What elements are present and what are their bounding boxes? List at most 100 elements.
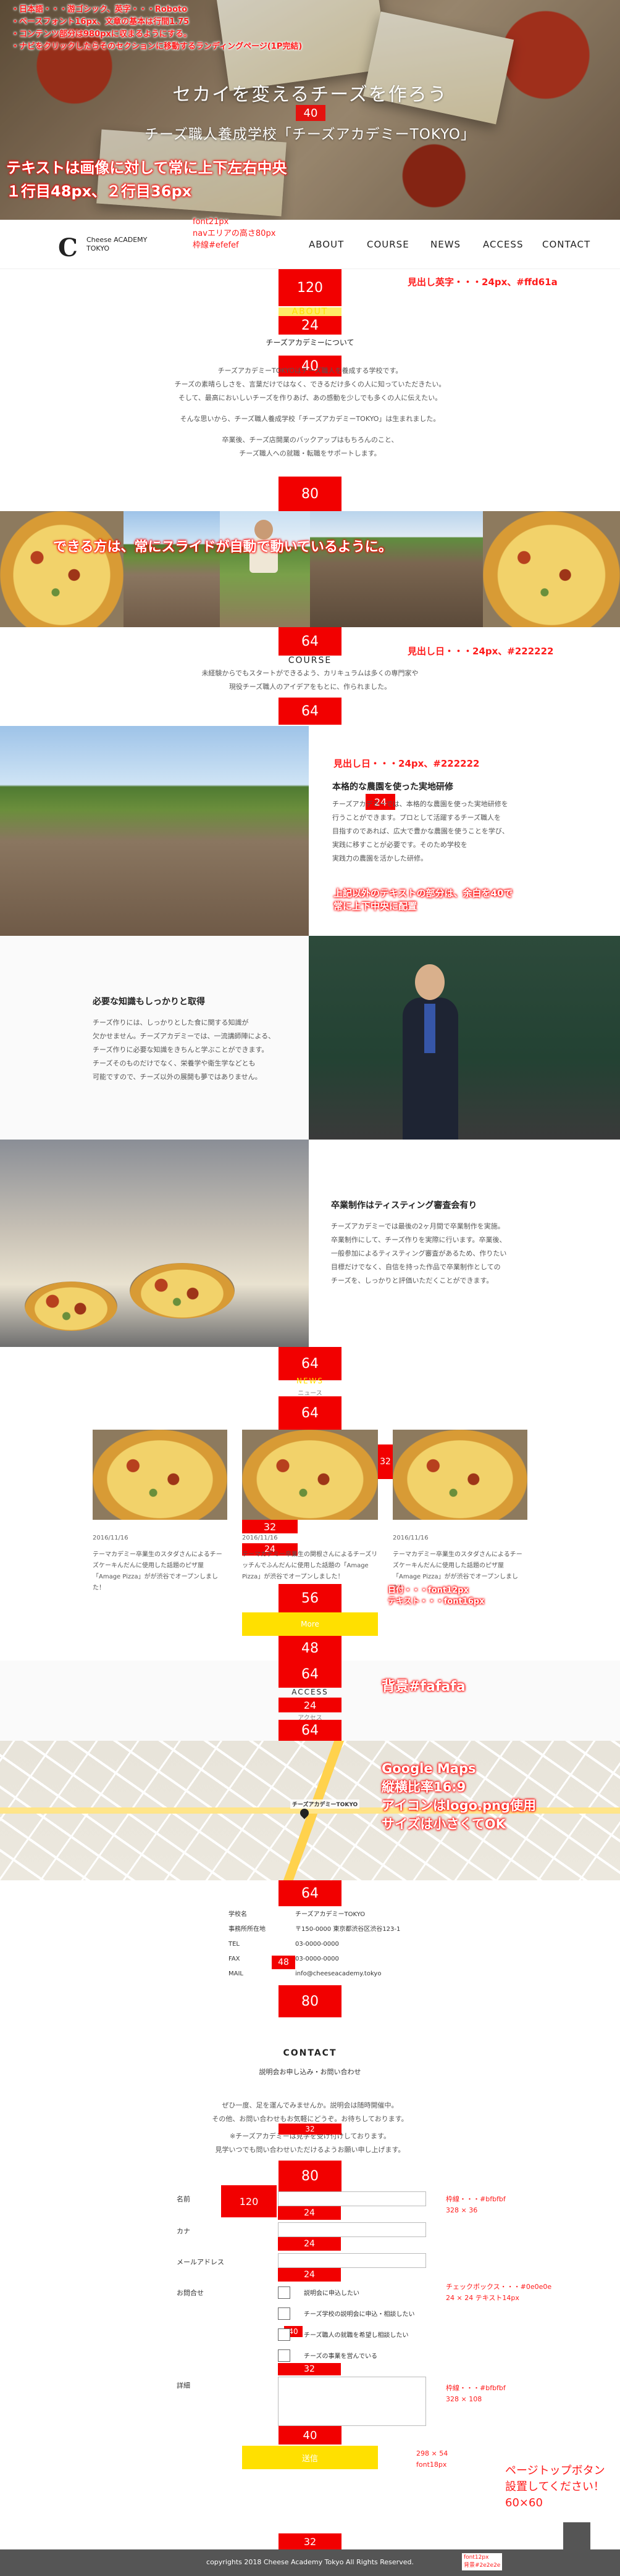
footer-note: font12px 背景#2e2e2e [462,2553,503,2570]
course-item-title: 本格的な農園を使った実地研修 [332,782,453,792]
news-text[interactable]: テーマカデミー卒業生の関根さんによるチーズリッチんでふんだんに使用した話題の「A… [242,1549,378,1583]
about-text: チーズアカデミーTOKYOはチーズ職人を養成する学校です。 チーズの素晴らしさを… [174,367,446,457]
info-label: 学校名 [228,1911,247,1918]
pagetop-note: ページトップボタン 設置してください！ 60×60 [505,2464,605,2509]
logo-mark[interactable]: C [58,233,78,262]
submit-button[interactable]: 送信 [242,2446,378,2469]
spacing-marker: 80 [279,2161,341,2191]
course-item-3: 卒業制作はティスティング審査会有り チーズアカデミーでは最後の2ヶ月間で卒業制作… [309,1140,620,1347]
spacing-marker: 24 [279,1698,341,1712]
course-item-title: 必要な知識もしっかりと取得 [93,997,205,1007]
spacing-marker: 40 [296,105,325,121]
news-date: 2016/11/16 [242,1535,278,1541]
hero-note-center: テキストは画像に対して常に上下左右中央 [6,159,287,177]
course-item-text: チーズ作りには、しっかりとした食に関する知識が 欠かせません。チーズアカデミーで… [93,1019,275,1081]
option-checkbox[interactable] [278,2328,290,2341]
apply-label: お問合せ [177,2289,204,2297]
course-image-kitchen [0,1140,309,1347]
page-top-button[interactable] [563,2522,590,2549]
kana-input[interactable] [278,2222,426,2237]
spacing-marker: 24 [278,2237,341,2251]
option-label: チーズ学校の説明会に申込・相談したい [304,2311,415,2318]
info-value: チーズアカデミーTOKYO [295,1911,366,1918]
email-input[interactable] [278,2253,426,2268]
course-item-1: 見出し日・・・24px、#222222 本格的な農園を使った実地研修 24 チー… [309,726,620,936]
map-note: Google Maps 縦横比率16:9 アイコンはlogo.png使用 サイズ… [382,1761,537,1832]
more-button[interactable]: More [242,1612,378,1636]
news-card-note: 日付・・・font12px テキスト・・・font16px [388,1586,485,1606]
news-subtitle: ニュース [298,1390,322,1397]
nav-access[interactable]: ACCESS [483,231,523,258]
slider-image [220,511,310,627]
hero-notes: ・日本語・・・游ゴシック、英字・・・Roboto ・ベースフォント16px、文章… [11,5,303,51]
info-label: 事務所所在地 [228,1926,266,1933]
spacing-marker: 32 [279,2124,341,2135]
news-date: 2016/11/16 [93,1535,128,1541]
spacing-marker: 64 [279,627,341,656]
copyright-text: copyrights 2018 Cheese Academy Tokyo All… [206,2558,414,2566]
spacing-marker: 32 [378,1444,393,1479]
about-title: ABOUT [291,307,329,317]
spacing-marker: 56 [279,1584,341,1612]
spacing-marker: 64 [279,1720,341,1741]
detail-textarea[interactable] [278,2377,426,2426]
spacing-marker: 80 [279,1985,341,2017]
slider-image [124,511,220,627]
slider-note: できる方は、常にスライドが自動で動いているように。 [53,540,392,555]
contact-subtitle: 説明会お申し込み・お問い合わせ [259,2068,361,2076]
contact-title: CONTACT [283,2048,337,2058]
info-value: info@cheeseacademy.tokyo [295,1970,382,1977]
nav-contact[interactable]: CONTACT [542,231,590,258]
spacing-marker: 64 [279,1661,341,1688]
checkbox-note: チェックボックス・・・#0e0e0e 24 × 24 テキスト14px [446,2283,552,2302]
news-image[interactable] [393,1430,527,1520]
detail-label: 詳細 [177,2382,190,2390]
option-checkbox[interactable] [278,2286,290,2299]
nav-about[interactable]: ABOUT [309,231,344,258]
hero-note-size: １行目48px、２行目36px [6,183,192,200]
course-item-2: 必要な知識もしっかりと取得 チーズ作りには、しっかりとした食に関する知識が 欠か… [0,936,309,1140]
spacing-marker: 120 [221,2185,277,2217]
option-checkbox[interactable] [278,2349,290,2362]
course-item-text: チーズアカデミーでは最後の2ヶ月間で卒業制作を実施。 卒業制作にして、チーズ作り… [331,1222,507,1285]
spacing-marker: 64 [279,1880,341,1906]
news-date: 2016/11/16 [393,1535,429,1541]
map-marker-label: チーズアカデミーTOKYO [290,1799,360,1809]
nav-news[interactable]: NEWS [430,231,461,258]
course-item-title: 卒業制作はティスティング審査会有り [331,1201,477,1211]
hero-section: ・日本語・・・游ゴシック、英字・・・Roboto ・ベースフォント16px、文章… [0,0,620,220]
option-label: 説明会に申込したい [304,2290,359,2297]
logo-text[interactable]: Cheese ACADEMY TOKYO [86,236,147,253]
textarea-note: 枠線・・・#bfbfbf 328 × 108 [446,2384,506,2403]
news-text[interactable]: テーマカデミー卒業生のスタダさんによるチーズケーキんだんに使用した話題のピザ屋「… [93,1549,227,1594]
spacing-marker: 32 [242,1520,298,1533]
spacing-marker: 32 [279,2533,341,2549]
email-label: メールアドレス [177,2258,224,2266]
nav-course[interactable]: COURSE [367,231,409,258]
news-title: NEWS [296,1377,324,1385]
spacing-marker: 80 [279,477,341,511]
heading-note: 見出し日・・・24px、#222222 [333,758,480,769]
site-header: C Cheese ACADEMY TOKYO font21px navエリアの高… [0,217,620,269]
course-title: COURSE [288,656,332,665]
news-image[interactable] [242,1430,378,1520]
news-image[interactable] [93,1430,227,1520]
slider-image [0,511,124,627]
access-info-table: 学校名 チーズアカデミーTOKYO 事務所所在地 〒150-0000 東京都渋谷区渋… [228,1907,400,1982]
spacing-marker: 120 [279,269,341,306]
access-title: ACCESS [291,1688,329,1696]
spacing-marker: 48 [279,1636,341,1661]
spacing-marker: 24 [279,316,341,335]
option-checkbox[interactable] [278,2307,290,2320]
nav-note: font21px navエリアの高さ80px 枠線#efefef [193,217,276,250]
site-footer: copyrights 2018 Cheese Academy Tokyo All… [0,2549,620,2576]
heading-note: 見出し英字・・・24px、#ffd61a [408,277,558,288]
info-value: 〒150-0000 東京都渋谷区渋谷123-1 [295,1926,401,1933]
option-label: チーズ職人の就職を希望し相談したい [304,2332,409,2339]
name-input[interactable] [278,2191,426,2206]
kana-label: カナ [177,2227,190,2235]
hero-title: セカイを変えるチーズを作ろう [172,84,448,106]
info-value: 03-0000-0000 [295,1956,339,1962]
info-value: 03-0000-0000 [295,1941,339,1948]
spacing-marker: 48 [272,1956,295,1969]
